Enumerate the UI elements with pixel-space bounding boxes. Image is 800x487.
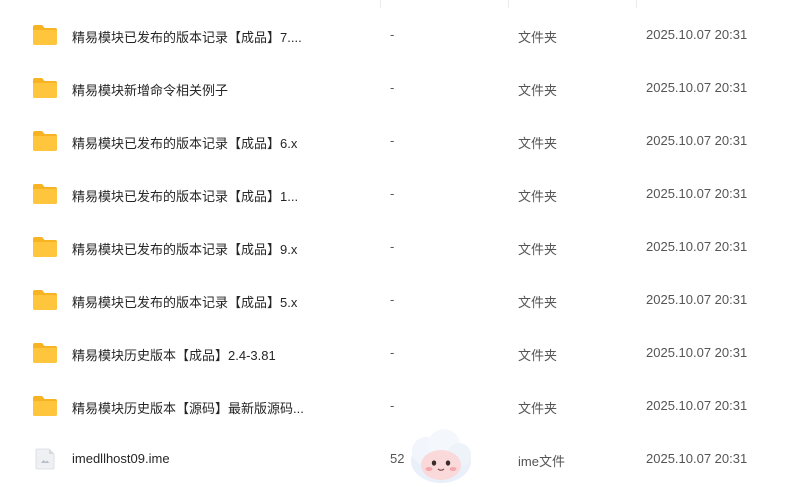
folder-icon xyxy=(33,290,57,310)
file-name[interactable]: 精易模块已发布的版本记录【成品】5.x xyxy=(72,292,297,311)
file-date: 2025.10.07 20:31 xyxy=(646,345,748,360)
folder-icon xyxy=(33,343,57,363)
file-size: - xyxy=(390,345,395,360)
file-row[interactable]: 精易模块新增命令相关例子 - 文件夹 2025.10.07 20:31 xyxy=(0,63,800,116)
file-row[interactable]: 精易模块已发布的版本记录【成品】7.... - 文件夹 2025.10.07 2… xyxy=(0,10,800,63)
file-date: 2025.10.07 20:31 xyxy=(646,451,748,466)
file-date: 2025.10.07 20:31 xyxy=(646,80,748,95)
file-size: - xyxy=(390,27,395,42)
file-date: 2025.10.07 20:31 xyxy=(646,186,748,201)
file-row[interactable]: 精易模块已发布的版本记录【成品】6.x - 文件夹 2025.10.07 20:… xyxy=(0,116,800,169)
file-type: 文件夹 xyxy=(518,401,558,416)
file-size: - xyxy=(390,80,395,95)
file-type: 文件夹 xyxy=(518,83,558,98)
file-size: 52 xyxy=(390,451,405,466)
file-size: - xyxy=(390,186,395,201)
file-name[interactable]: 精易模块已发布的版本记录【成品】7.... xyxy=(72,27,302,46)
folder-icon xyxy=(33,25,57,45)
file-name[interactable]: 精易模块历史版本【源码】最新版源码... xyxy=(72,398,304,417)
folder-icon xyxy=(33,78,57,98)
file-list: 精易模块已发布的版本记录【成品】7.... - 文件夹 2025.10.07 2… xyxy=(0,10,800,487)
file-row[interactable]: imedllhost09.ime 52 ime文件 2025.10.07 20:… xyxy=(0,434,800,487)
column-divider[interactable] xyxy=(380,0,381,8)
file-row[interactable]: 精易模块已发布的版本记录【成品】5.x - 文件夹 2025.10.07 20:… xyxy=(0,275,800,328)
file-row[interactable]: 精易模块历史版本【源码】最新版源码... - 文件夹 2025.10.07 20… xyxy=(0,381,800,434)
file-date: 2025.10.07 20:31 xyxy=(646,398,748,413)
file-type: 文件夹 xyxy=(518,242,558,257)
file-type: 文件夹 xyxy=(518,30,558,45)
file-size: - xyxy=(390,133,395,148)
file-icon xyxy=(35,448,55,470)
file-size: - xyxy=(390,292,395,307)
file-type: 文件夹 xyxy=(518,295,558,310)
file-name[interactable]: 精易模块已发布的版本记录【成品】9.x xyxy=(72,239,297,258)
file-row[interactable]: 精易模块历史版本【成品】2.4-3.81 - 文件夹 2025.10.07 20… xyxy=(0,328,800,381)
column-header-strip xyxy=(0,0,800,8)
folder-icon xyxy=(33,131,57,151)
file-row[interactable]: 精易模块已发布的版本记录【成品】1... - 文件夹 2025.10.07 20… xyxy=(0,169,800,222)
file-type: ime文件 xyxy=(518,454,565,469)
folder-icon xyxy=(33,396,57,416)
column-divider[interactable] xyxy=(508,0,509,8)
cloud-mascot-icon[interactable] xyxy=(404,427,478,483)
file-type: 文件夹 xyxy=(518,189,558,204)
file-row[interactable]: 精易模块已发布的版本记录【成品】9.x - 文件夹 2025.10.07 20:… xyxy=(0,222,800,275)
file-name[interactable]: 精易模块新增命令相关例子 xyxy=(72,80,228,99)
file-type: 文件夹 xyxy=(518,136,558,151)
file-date: 2025.10.07 20:31 xyxy=(646,27,748,42)
file-date: 2025.10.07 20:31 xyxy=(646,239,748,254)
file-name[interactable]: 精易模块已发布的版本记录【成品】6.x xyxy=(72,133,297,152)
file-size: - xyxy=(390,239,395,254)
folder-icon xyxy=(33,237,57,257)
file-date: 2025.10.07 20:31 xyxy=(646,133,748,148)
folder-icon xyxy=(33,184,57,204)
file-name[interactable]: 精易模块已发布的版本记录【成品】1... xyxy=(72,186,298,205)
file-name[interactable]: 精易模块历史版本【成品】2.4-3.81 xyxy=(72,345,276,364)
file-name[interactable]: imedllhost09.ime xyxy=(72,451,170,466)
column-divider[interactable] xyxy=(636,0,637,8)
file-type: 文件夹 xyxy=(518,348,558,363)
file-date: 2025.10.07 20:31 xyxy=(646,292,748,307)
file-size: - xyxy=(390,398,395,413)
